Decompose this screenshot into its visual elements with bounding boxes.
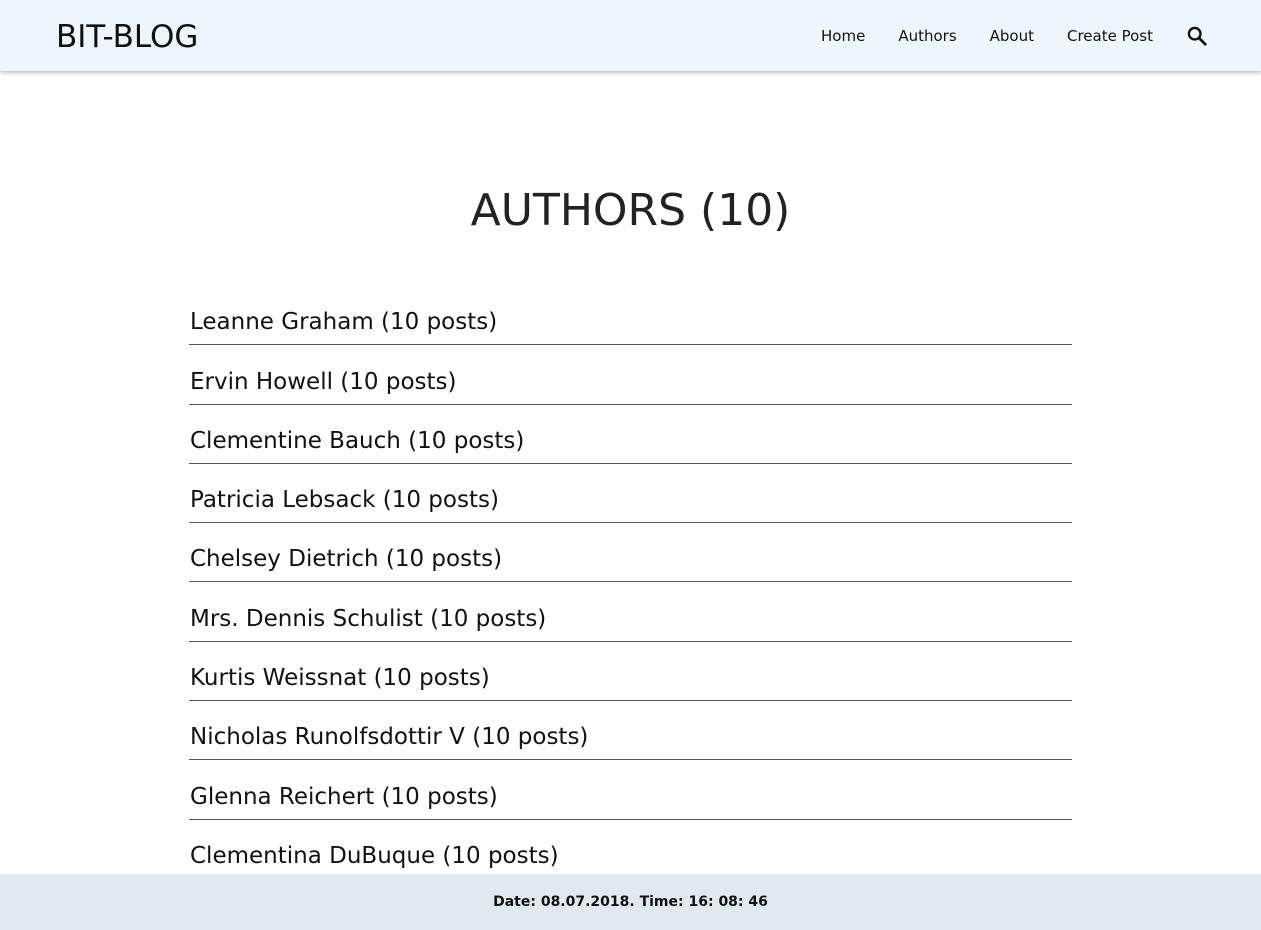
author-name[interactable]: Nicholas Runolfsdottir V (10 posts) — [189, 722, 588, 752]
footer: Date: 08.07.2018. Time: 16: 08: 46 — [0, 874, 1261, 930]
author-name[interactable]: Clementine Bauch (10 posts) — [189, 426, 524, 456]
footer-datetime: Date: 08.07.2018. Time: 16: 08: 46 — [493, 894, 768, 910]
page: BIT-BLOG Home Authors About Create Post … — [0, 0, 1261, 930]
author-name[interactable]: Ervin Howell (10 posts) — [189, 367, 456, 397]
nav-about-link[interactable]: About — [990, 27, 1034, 45]
author-name[interactable]: Clementina DuBuque (10 posts) — [189, 841, 559, 871]
author-list-item[interactable]: Chelsey Dietrich (10 posts) — [189, 524, 1072, 583]
author-name[interactable]: Patricia Lebsack (10 posts) — [189, 485, 499, 515]
author-list-item[interactable]: Ervin Howell (10 posts) — [189, 346, 1072, 405]
author-name[interactable]: Mrs. Dennis Schulist (10 posts) — [189, 604, 546, 634]
author-list-item[interactable]: Kurtis Weissnat (10 posts) — [189, 643, 1072, 702]
author-name[interactable]: Leanne Graham (10 posts) — [189, 307, 497, 337]
author-list-item[interactable]: Nicholas Runolfsdottir V (10 posts) — [189, 702, 1072, 761]
nav-authors-link[interactable]: Authors — [898, 27, 956, 45]
author-name[interactable]: Kurtis Weissnat (10 posts) — [189, 663, 490, 693]
author-list-item[interactable]: Clementine Bauch (10 posts) — [189, 406, 1072, 464]
nav-home-link[interactable]: Home — [821, 27, 865, 45]
author-list-item[interactable]: Patricia Lebsack (10 posts) — [189, 465, 1072, 524]
author-name[interactable]: Glenna Reichert (10 posts) — [189, 782, 498, 812]
author-list-item[interactable]: Leanne Graham (10 posts) — [189, 287, 1072, 346]
search-icon[interactable] — [1185, 24, 1209, 48]
top-navbar: BIT-BLOG Home Authors About Create Post — [0, 0, 1261, 71]
author-list-item[interactable]: Mrs. Dennis Schulist (10 posts) — [189, 583, 1072, 642]
main-nav: Home Authors About Create Post — [821, 0, 1261, 71]
author-list-item[interactable]: Clementina DuBuque (10 posts) — [189, 821, 1072, 879]
site-logo[interactable]: BIT-BLOG — [56, 18, 198, 56]
authors-list: Leanne Graham (10 posts) Ervin Howell (1… — [189, 287, 1072, 880]
nav-create-post-link[interactable]: Create Post — [1067, 27, 1153, 45]
page-title: AUTHORS (10) — [470, 185, 791, 236]
author-name[interactable]: Chelsey Dietrich (10 posts) — [189, 544, 502, 574]
main-content: AUTHORS (10) Leanne Graham (10 posts) Er… — [0, 71, 1261, 879]
author-list-item[interactable]: Glenna Reichert (10 posts) — [189, 761, 1072, 820]
